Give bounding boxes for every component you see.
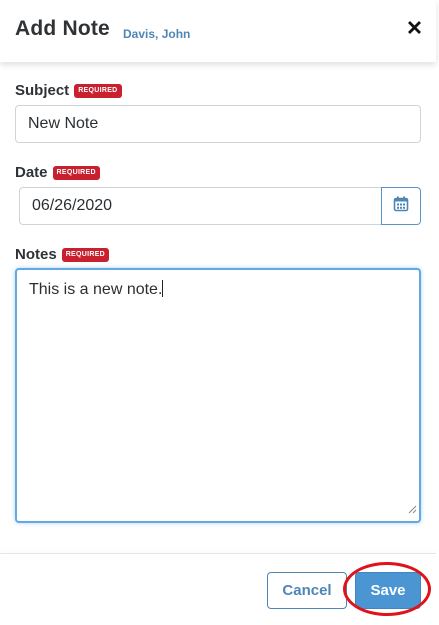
subject-value: New Note bbox=[28, 115, 99, 132]
date-input[interactable]: 06/26/2020 bbox=[19, 187, 382, 225]
save-button[interactable]: Save bbox=[355, 572, 421, 609]
patient-name: Davis, John bbox=[123, 27, 191, 41]
notes-value: This is a new note. bbox=[29, 281, 163, 298]
notes-textarea[interactable]: This is a new note. bbox=[15, 268, 421, 523]
date-label: Date bbox=[15, 164, 48, 181]
text-caret bbox=[162, 280, 164, 297]
footer-divider bbox=[0, 553, 436, 554]
date-required-badge: REQUIRED bbox=[52, 165, 100, 180]
subject-required-badge: REQUIRED bbox=[74, 83, 122, 98]
add-note-modal: Add Note Davis, John Subject REQUIRED Ne… bbox=[0, 0, 436, 625]
date-label-row: Date REQUIRED bbox=[15, 164, 100, 181]
cancel-button[interactable]: Cancel bbox=[267, 572, 347, 609]
notes-label-row: Notes REQUIRED bbox=[15, 246, 110, 263]
notes-label: Notes bbox=[15, 246, 57, 263]
date-picker-button[interactable] bbox=[381, 187, 421, 225]
modal-title: Add Note bbox=[15, 17, 110, 40]
close-icon[interactable] bbox=[405, 18, 425, 38]
resize-handle-icon[interactable] bbox=[408, 501, 417, 519]
subject-input[interactable]: New Note bbox=[15, 105, 421, 143]
notes-required-badge: REQUIRED bbox=[61, 247, 110, 262]
calendar-icon bbox=[393, 196, 409, 217]
subject-label: Subject bbox=[15, 82, 70, 99]
date-value: 06/26/2020 bbox=[32, 197, 113, 214]
subject-label-row: Subject REQUIRED bbox=[15, 82, 122, 99]
modal-header: Add Note Davis, John bbox=[0, 0, 436, 62]
